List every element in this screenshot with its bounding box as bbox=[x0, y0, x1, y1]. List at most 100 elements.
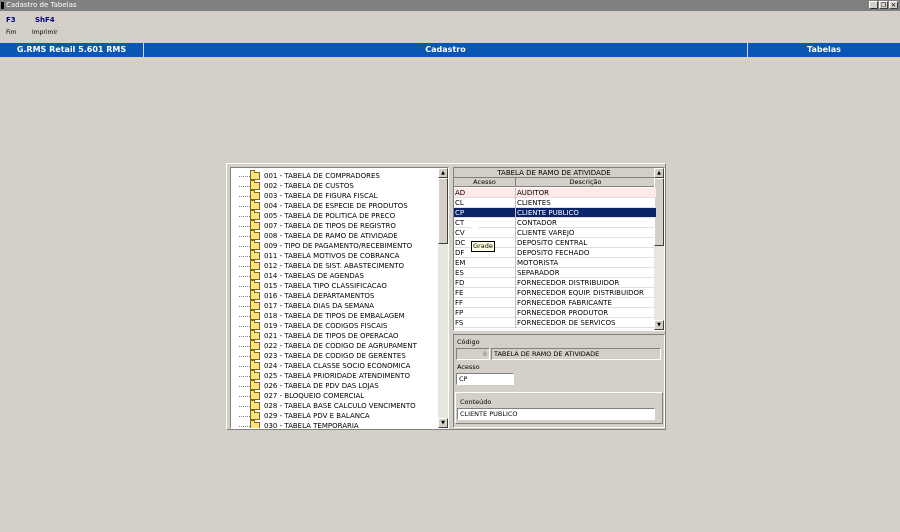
tree-connector bbox=[239, 266, 250, 267]
table-row[interactable]: FF FORNECEDOR FABRICANTE bbox=[454, 298, 656, 308]
window-title-bar: Cadastro de Tabelas _ ❐ ✕ bbox=[0, 0, 900, 11]
acesso-label: Acesso bbox=[457, 363, 480, 371]
folder-icon bbox=[250, 230, 260, 240]
toolbar-key-shf4: ShF4 bbox=[35, 16, 55, 24]
tree-connector bbox=[239, 226, 250, 227]
folder-icon bbox=[250, 360, 260, 370]
table-row[interactable]: ES SEPARADOR bbox=[454, 268, 656, 278]
tree-item-label: 003 - TABELA DE FIGURA FISCAL bbox=[264, 192, 378, 200]
tree-connector bbox=[239, 386, 250, 387]
table-row[interactable]: CV CLIENTE VAREJO bbox=[454, 228, 656, 238]
table-row[interactable]: FD FORNECEDOR DISTRIBUIDOR bbox=[454, 278, 656, 288]
tree-connector bbox=[239, 206, 250, 207]
tree-item-label: 018 - TABELA DE TIPOS DE EMBALAGEM bbox=[264, 312, 405, 320]
cell-descricao: SEPARADOR bbox=[517, 269, 560, 277]
tree-connector bbox=[239, 356, 250, 357]
table-row[interactable]: EM MOTORISTA bbox=[454, 258, 656, 268]
scroll-down-icon[interactable]: ▼ bbox=[438, 418, 448, 428]
tree-connector bbox=[239, 326, 250, 327]
scroll-up-icon[interactable]: ▲ bbox=[654, 168, 664, 178]
cell-descricao: CLIENTE VAREJO bbox=[517, 229, 575, 237]
tree-connector bbox=[239, 426, 250, 427]
tree-item-label: 028 - TABELA BASE CALCULO VENCIMENTO bbox=[264, 402, 416, 410]
cell-descricao: FORNECEDOR DE SERVICOS bbox=[517, 319, 616, 327]
folder-icon bbox=[250, 370, 260, 380]
folder-icon bbox=[250, 350, 260, 360]
cell-descricao: FORNECEDOR DISTRIBUIDOR bbox=[517, 279, 620, 287]
cell-acesso: EM bbox=[455, 259, 466, 267]
tree-connector bbox=[239, 376, 250, 377]
toolbar-label-fim: Fim bbox=[6, 29, 17, 36]
tree-connector bbox=[239, 236, 250, 237]
column-divider bbox=[515, 248, 516, 258]
data-grid[interactable]: TABELA DE RAMO DE ATIVIDADE Acesso Descr… bbox=[453, 167, 665, 331]
restore-icon[interactable]: ❐ bbox=[879, 1, 888, 9]
folder-icon bbox=[250, 220, 260, 230]
folder-icon bbox=[250, 170, 260, 180]
app-icon bbox=[1, 2, 4, 9]
codigo-description: TABELA DE RAMO DE ATIVIDADE bbox=[491, 348, 661, 360]
cell-acesso: CV bbox=[455, 229, 465, 237]
minimize-icon[interactable]: _ bbox=[869, 1, 878, 9]
table-tree[interactable]: 030 - TABELA TEMPORARIA 029 - TABELA PDV … bbox=[230, 167, 449, 429]
scroll-up-icon[interactable]: ▲ bbox=[438, 168, 448, 178]
toolbar-button-imprimir[interactable]: ShF4 Imprimir bbox=[32, 16, 58, 36]
close-icon[interactable]: ✕ bbox=[889, 1, 898, 9]
tree-item-label: 030 - TABELA TEMPORARIA bbox=[264, 422, 359, 429]
tree-connector bbox=[239, 396, 250, 397]
column-divider bbox=[515, 218, 516, 228]
column-divider bbox=[515, 308, 516, 318]
tree-item-label: 019 - TABELA DE CODIGOS FISCAIS bbox=[264, 322, 388, 330]
tree-item-label: 014 - TABELAS DE AGENDAS bbox=[264, 272, 364, 280]
folder-icon bbox=[250, 420, 260, 428]
scroll-thumb[interactable] bbox=[438, 178, 448, 244]
table-row[interactable]: FS FORNECEDOR DE SERVICOS bbox=[454, 318, 656, 328]
column-header-descricao[interactable]: Descrição bbox=[516, 178, 656, 187]
column-divider bbox=[515, 238, 516, 248]
tree-connector bbox=[239, 256, 250, 257]
table-row[interactable]: FP FORNECEDOR PRODUTOR bbox=[454, 308, 656, 318]
table-row[interactable]: AD AUDITOR bbox=[454, 188, 656, 198]
module-bar: G.RMS Retail 5.601 RMS Cadastro Tabelas bbox=[0, 43, 900, 57]
toolbar-key-f3: F3 bbox=[6, 16, 16, 24]
tree-connector bbox=[239, 186, 250, 187]
folder-icon bbox=[250, 390, 260, 400]
tree-connector bbox=[239, 196, 250, 197]
cell-descricao: CONTADOR bbox=[517, 219, 557, 227]
cell-descricao: CLIENTES bbox=[517, 199, 551, 207]
table-row[interactable]: CL CLIENTES bbox=[454, 198, 656, 208]
tree-item-label: 004 - TABELA DE ESPECIE DE PRODUTOS bbox=[264, 202, 408, 210]
conteudo-field[interactable]: CLIENTE PUBLICO bbox=[457, 408, 655, 420]
column-divider bbox=[515, 288, 516, 298]
tables-dialog: 030 - TABELA TEMPORARIA 029 - TABELA PDV … bbox=[226, 163, 666, 430]
cell-acesso: CT bbox=[455, 219, 465, 227]
table-row[interactable]: CT CONTADOR bbox=[454, 218, 656, 228]
folder-icon bbox=[250, 310, 260, 320]
tree-connector bbox=[239, 366, 250, 367]
tree-scrollbar[interactable]: ▲ ▼ bbox=[438, 168, 448, 428]
section-name: Tabelas bbox=[807, 45, 841, 54]
folder-icon bbox=[250, 240, 260, 250]
folder-icon bbox=[250, 260, 260, 270]
folder-icon bbox=[250, 210, 260, 220]
folder-icon bbox=[250, 330, 260, 340]
column-header-acesso[interactable]: Acesso bbox=[454, 178, 516, 187]
tree-item-label: 011 - TABELA MOTIVOS DE COBRANCA bbox=[264, 252, 400, 260]
table-row[interactable]: CP CLIENTE PUBLICO bbox=[454, 208, 656, 218]
acesso-field[interactable]: CP bbox=[456, 373, 514, 385]
cell-acesso: AD bbox=[455, 189, 466, 197]
tree-item-label: 024 - TABELA CLASSE SOCIO ECONOMICA bbox=[264, 362, 411, 370]
tree-item-label: 027 - BLOQUEIO COMERCIAL bbox=[264, 392, 365, 400]
folder-icon bbox=[250, 380, 260, 390]
tree-connector bbox=[239, 316, 250, 317]
tree-item-label: 029 - TABELA PDV E BALANCA bbox=[264, 412, 370, 420]
table-row[interactable]: FE FORNECEDOR EQUIP. DISTRIBUIDOR bbox=[454, 288, 656, 298]
cell-descricao: AUDITOR bbox=[517, 189, 550, 197]
codigo-label: Código bbox=[457, 338, 480, 346]
folder-icon bbox=[250, 290, 260, 300]
module-name: Cadastro bbox=[425, 45, 466, 54]
cell-descricao: DEPOSITO FECHADO bbox=[517, 249, 590, 257]
folder-icon bbox=[250, 320, 260, 330]
toolbar-button-fim[interactable]: F3 Fim bbox=[6, 16, 17, 36]
cell-acesso: CL bbox=[455, 199, 464, 207]
